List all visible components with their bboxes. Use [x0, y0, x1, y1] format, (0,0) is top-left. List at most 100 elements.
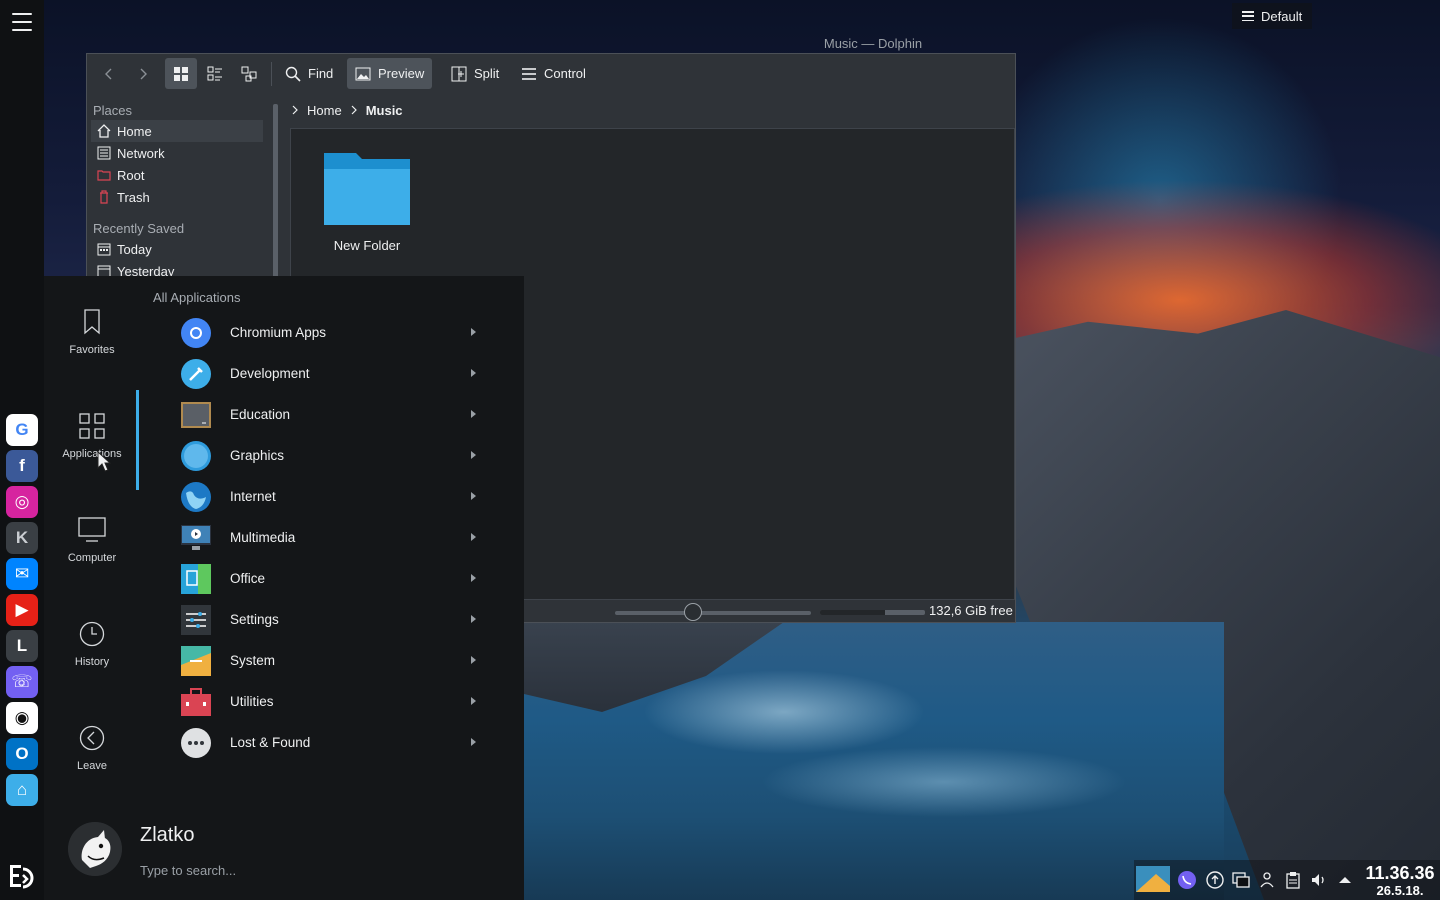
lost-found-icon [180, 727, 212, 759]
tab-favorites-label: Favorites [69, 344, 115, 356]
category-label: Utilities [230, 694, 274, 709]
folder-item[interactable]: New Folder [315, 147, 419, 253]
category-item[interactable]: System [172, 640, 492, 681]
details-view-button[interactable] [233, 58, 265, 89]
left-panel: Gf ◎ K ✉ ▶ L ☏ ◉ O ⌂ [0, 0, 44, 900]
activity-label: Default [1261, 8, 1303, 24]
application-launcher: Favorites Applications Computer History … [44, 276, 524, 900]
category-item[interactable]: Development [172, 353, 492, 394]
submenu-arrow-icon [471, 738, 476, 746]
forward-arrow-icon [140, 68, 147, 79]
places-scrollbar[interactable] [273, 104, 278, 304]
user-section: Zlatko [68, 822, 440, 880]
zoom-slider-handle[interactable] [684, 603, 703, 621]
multimedia-icon [180, 522, 212, 554]
system-tray: 11.36.36 26.5.18. [1134, 860, 1440, 900]
submenu-arrow-icon [471, 492, 476, 500]
tray-expand-icon[interactable] [1335, 870, 1355, 890]
network-tray-icon[interactable] [1231, 870, 1251, 890]
find-button[interactable]: Find [277, 58, 341, 89]
education-icon [180, 399, 212, 431]
category-item[interactable]: Lost & Found [172, 722, 492, 763]
category-item[interactable]: Education [172, 394, 492, 435]
places-item-label: Network [117, 145, 165, 161]
updates-icon[interactable] [1205, 870, 1225, 890]
category-item[interactable]: Internet [172, 476, 492, 517]
category-item[interactable]: Chromium Apps [172, 312, 492, 353]
activity-switcher[interactable]: Default [1232, 3, 1312, 29]
icons-view-button[interactable] [165, 58, 197, 89]
libreoffice-launcher-icon[interactable]: L [6, 630, 38, 662]
graphics-icon [180, 440, 212, 472]
forward-button[interactable] [127, 58, 159, 89]
tab-applications[interactable]: Applications [44, 410, 140, 480]
leave-icon [79, 725, 105, 751]
places-item-home[interactable]: Home [91, 120, 263, 142]
chromium-icon [180, 317, 212, 349]
zoom-slider-track[interactable] [615, 611, 811, 615]
window-title: Music — Dolphin [823, 36, 923, 51]
places-item-network[interactable]: Network [91, 142, 263, 164]
category-label: Settings [230, 612, 279, 627]
kde-menu-icon[interactable] [4, 858, 40, 894]
back-button[interactable] [93, 58, 125, 89]
tab-leave[interactable]: Leave [44, 722, 140, 792]
instagram-launcher-icon[interactable]: ◎ [6, 486, 38, 518]
breadcrumb-home[interactable]: Home [307, 103, 342, 118]
clipboard-icon[interactable] [1283, 870, 1303, 890]
bookmark-icon [84, 309, 100, 335]
tab-favorites[interactable]: Favorites [44, 306, 140, 376]
office-icon [180, 563, 212, 595]
kdeconnect-tray-icon[interactable] [1257, 870, 1277, 890]
viber-tray-icon[interactable] [1177, 870, 1197, 890]
utilities-icon [180, 686, 212, 718]
tab-computer[interactable]: Computer [44, 514, 140, 584]
volume-icon[interactable] [1309, 870, 1329, 890]
compact-view-button[interactable] [199, 58, 231, 89]
category-item[interactable]: Office [172, 558, 492, 599]
category-label: System [230, 653, 276, 668]
preview-button[interactable]: Preview [347, 58, 433, 89]
recently-saved-header: Recently Saved [93, 221, 185, 236]
tab-history[interactable]: History [44, 618, 140, 688]
category-label: Office [230, 571, 266, 586]
home-folder-launcher-icon[interactable]: ⌂ [6, 774, 38, 806]
category-label: Graphics [230, 448, 285, 463]
desktop-pager-icon[interactable] [1136, 866, 1170, 892]
control-button[interactable]: Control [513, 58, 594, 89]
details-view-icon [241, 66, 257, 81]
category-item[interactable]: Graphics [172, 435, 492, 476]
category-item[interactable]: Utilities [172, 681, 492, 722]
messenger-launcher-icon[interactable]: ✉ [6, 558, 38, 590]
category-label: Internet [230, 489, 276, 504]
submenu-arrow-icon [471, 533, 476, 541]
places-item-root[interactable]: Root [91, 164, 263, 186]
split-button[interactable]: Split [443, 58, 507, 89]
category-label: Education [230, 407, 291, 422]
category-item[interactable]: Settings [172, 599, 492, 640]
places-item-label: Trash [117, 189, 150, 205]
google-launcher-icon[interactable]: G [6, 414, 38, 446]
root-folder-icon [97, 170, 111, 181]
places-item-today[interactable]: Today [91, 238, 263, 260]
github-launcher-icon[interactable]: ◉ [6, 702, 38, 734]
activity-icon [1242, 11, 1254, 21]
system-icon [180, 645, 212, 677]
digital-clock[interactable]: 11.36.36 26.5.18. [1360, 862, 1440, 898]
places-item-trash[interactable]: Trash [91, 186, 263, 208]
folder-name: New Folder [333, 238, 401, 253]
image-preview-icon [355, 67, 371, 80]
places-header: Places [93, 103, 133, 118]
menu-hamburger-icon[interactable] [12, 13, 32, 31]
category-item[interactable]: Multimedia [172, 517, 492, 558]
facebook-launcher-icon[interactable]: f [6, 450, 38, 482]
avatar-image-icon [68, 822, 122, 876]
outlook-launcher-icon[interactable]: O [6, 738, 38, 770]
clock-date: 26.5.18. [1376, 883, 1424, 898]
avatar[interactable] [68, 822, 122, 876]
viber-launcher-icon[interactable]: ☏ [6, 666, 38, 698]
youtube-launcher-icon[interactable]: ▶ [6, 594, 38, 626]
breadcrumb-current[interactable]: Music [366, 103, 403, 118]
kdeconnect-launcher-icon[interactable]: K [6, 522, 38, 554]
search-input[interactable] [140, 860, 440, 880]
